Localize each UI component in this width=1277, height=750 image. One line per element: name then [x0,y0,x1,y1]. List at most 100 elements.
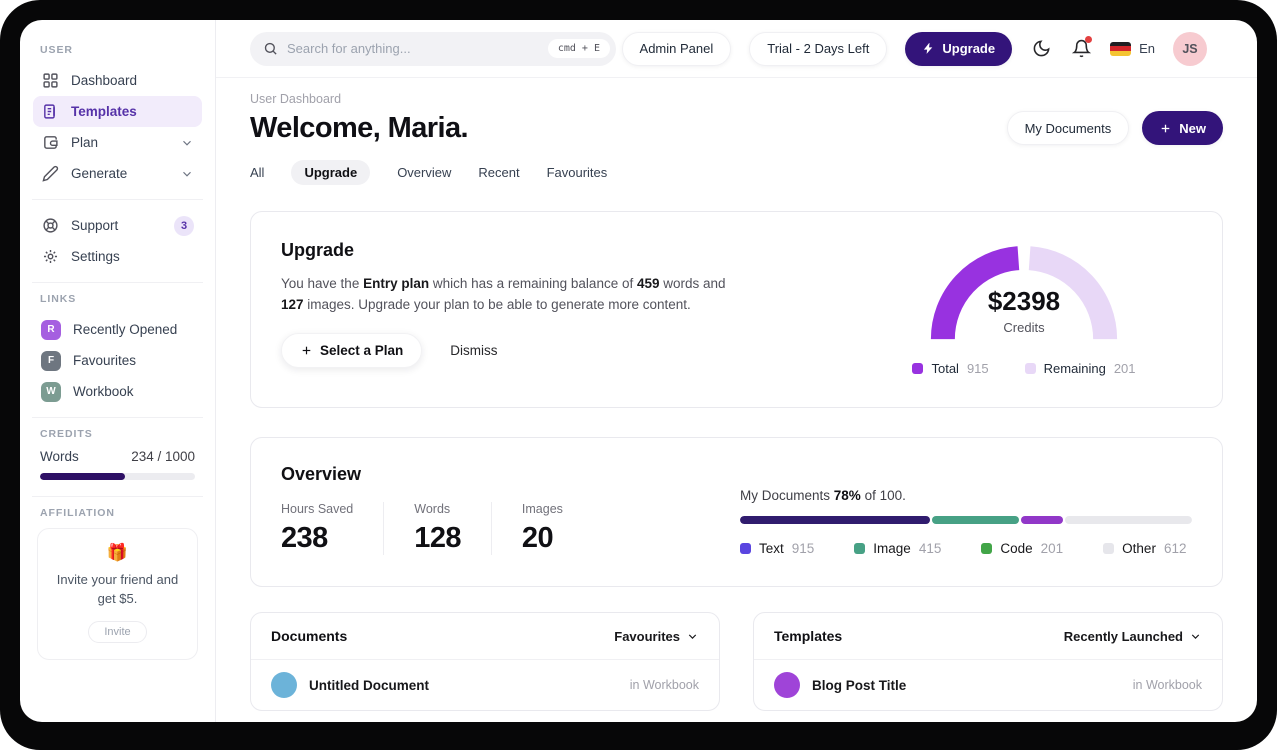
gift-icon: 🎁 [106,543,129,562]
legend-swatch [740,543,751,554]
document-location: in Workbook [629,678,699,692]
gauge-amount: $2398 [987,286,1061,316]
sidebar-item-label: Dashboard [71,73,138,88]
new-button-label: New [1179,120,1206,136]
stat-words: Words 128 [414,502,492,555]
upgrade-card: Upgrade You have the Entry plan which ha… [250,211,1223,408]
bolt-icon [924,43,933,54]
overview-title: Overview [281,464,362,484]
credits-value: 234 / 1000 [131,449,195,464]
upgrade-card-actions: Select a Plan Dismiss [281,332,731,368]
main-area: cmd + E Admin Panel Trial - 2 Days Left … [216,20,1257,722]
upgrade-card-left: Upgrade You have the Entry plan which ha… [281,240,731,379]
template-row[interactable]: Blog Post Title in Workbook [754,660,1222,710]
admin-panel-button[interactable]: Admin Panel [621,31,732,66]
credits-gauge: $2398 Credits Total 915 Remaining 201 [908,234,1140,379]
language-selector[interactable]: En [1110,41,1155,56]
chevron-down-icon [180,136,194,150]
support-count-badge: 3 [174,215,194,236]
templates-card-header: Templates Recently Launched [754,613,1222,660]
sidebar-link-workbook[interactable]: W Workbook [33,376,202,407]
gauge-legend: Total 915 Remaining 201 [908,361,1140,376]
sidebar-section-links: LINKS [40,293,77,305]
chevron-down-icon [180,167,194,181]
sidebar-item-label: Templates [71,104,137,119]
dismiss-button[interactable]: Dismiss [450,343,497,358]
sidebar-item-plan[interactable]: Plan [33,127,202,158]
header-row: Welcome, Maria. My Documents New [250,111,1223,145]
tab-recent[interactable]: Recent [478,160,519,185]
usage-bar-segment [932,516,1019,524]
topbar-right-cluster: Admin Panel Trial - 2 Days Left Upgrade [621,31,1207,66]
sidebar-item-label: Support [71,218,119,233]
sidebar-item-support[interactable]: Support 3 [33,210,202,241]
tabs: All Upgrade Overview Recent Favourites [250,160,1223,185]
plus-icon [1161,124,1170,132]
language-label: En [1139,41,1155,56]
tab-all[interactable]: All [250,160,264,185]
legend-item-text: Text 915 [740,541,814,556]
document-row[interactable]: Untitled Document in Workbook [251,660,719,710]
sidebar-link-label: Favourites [73,353,137,368]
overview-card: Overview Hours Saved 238 Words 128 Image… [250,437,1223,587]
overview-stats: Hours Saved 238 Words 128 Images 20 [281,502,623,555]
documents-card: Documents Favourites Untitled Document i… [250,612,720,711]
gauge-chart: $2398 Credits [908,234,1140,352]
divider [32,496,203,497]
sidebar-link-favourites[interactable]: F Favourites [33,345,202,376]
breadcrumb: User Dashboard [250,92,342,106]
sidebar-link-recently-opened[interactable]: R Recently Opened [33,314,202,345]
wallet-icon [41,134,59,152]
sidebar-section-user: USER [40,44,73,56]
search-shortcut-badge: cmd + E [547,39,610,58]
sidebar-item-templates[interactable]: Templates [33,96,202,127]
pencil-icon [41,165,59,183]
gauge-caption: Credits [1003,320,1045,335]
legend-item-other: Other 612 [1103,541,1186,556]
upgrade-button[interactable]: Upgrade [905,31,1013,66]
search-bar[interactable]: cmd + E [250,31,616,66]
moon-icon [1033,40,1050,57]
sidebar-section-affiliation: AFFILIATION [40,507,115,519]
document-avatar [271,672,297,698]
template-title: Blog Post Title [812,677,907,693]
templates-filter-dropdown[interactable]: Recently Launched [1064,629,1202,644]
link-initial-badge: F [41,350,61,371]
my-documents-usage-line: My Documents 78% of 100. [740,488,906,503]
upgrade-card-title: Upgrade [281,240,355,260]
invite-button[interactable]: Invite [88,620,147,643]
new-button[interactable]: New [1142,111,1223,145]
template-avatar [774,672,800,698]
stat-hours-saved: Hours Saved 238 [281,502,385,555]
tab-overview[interactable]: Overview [397,160,451,185]
select-plan-label: Select a Plan [320,342,404,358]
document-title: Untitled Document [309,677,429,693]
my-documents-button[interactable]: My Documents [1006,111,1130,145]
credits-progress-bar [40,473,195,480]
divider [32,282,203,283]
tab-upgrade[interactable]: Upgrade [291,160,371,185]
upgrade-button-label: Upgrade [942,41,996,56]
sidebar-item-generate[interactable]: Generate [33,158,202,189]
sidebar-item-settings[interactable]: Settings [33,241,202,272]
sidebar-item-dashboard[interactable]: Dashboard [33,65,202,96]
user-avatar[interactable]: JS [1173,31,1207,66]
templates-card: Templates Recently Launched Blog Post Ti… [753,612,1223,711]
trial-status-button[interactable]: Trial - 2 Days Left [749,31,888,66]
select-plan-button[interactable]: Select a Plan [281,332,423,368]
notifications-button[interactable] [1070,35,1093,60]
tab-favourites[interactable]: Favourites [547,160,608,185]
search-input[interactable] [287,41,539,56]
header-actions: My Documents New [1006,111,1223,145]
lifebuoy-icon [41,217,59,235]
usage-bar-segment [740,516,931,524]
documents-filter-dropdown[interactable]: Favourites [614,629,699,644]
gear-icon [41,248,59,266]
documents-card-title: Documents [271,628,348,644]
link-initial-badge: W [41,381,61,402]
dark-mode-toggle[interactable] [1030,38,1052,60]
legend-item-image: Image 415 [854,541,941,556]
sidebar-item-label: Settings [71,249,120,264]
grid-icon [41,72,59,90]
stat-images: Images 20 [521,502,563,554]
